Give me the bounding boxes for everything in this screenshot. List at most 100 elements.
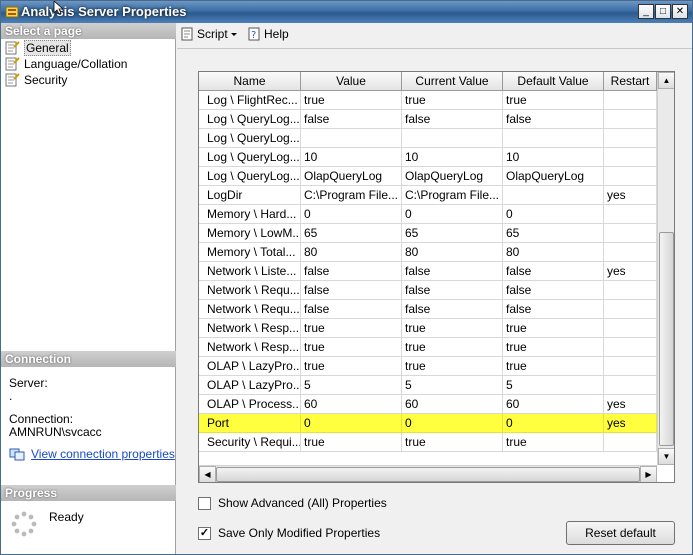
cell-name: Log \ QueryLog... [199,110,301,129]
cell-value[interactable]: 60 [301,395,402,414]
page-security[interactable]: Security [5,72,67,88]
cell-value[interactable]: 0 [301,205,402,224]
table-row[interactable]: Port 0 0 0 yes [199,414,657,433]
view-connection-properties-link[interactable]: View connection properties [9,447,175,461]
cell-value[interactable]: 5 [301,376,402,395]
horizontal-scroll-thumb[interactable] [216,467,640,482]
cell-default-value: false [503,110,604,129]
show-advanced-checkbox[interactable]: Show Advanced (All) Properties [198,496,387,510]
cell-name: OLAP \ Process... [199,395,301,414]
cell-restart [604,338,657,357]
script-button[interactable]: Script [180,27,243,41]
cell-restart: yes [604,395,657,414]
cell-name: Network \ Requ... [199,281,301,300]
scroll-left-icon[interactable]: ◀ [199,466,216,482]
minimize-button[interactable]: _ [638,4,654,19]
cell-value[interactable]: false [301,300,402,319]
progress-status: Ready [49,510,84,524]
cell-restart [604,224,657,243]
cell-current-value: true [402,357,503,376]
page-icon [5,41,20,55]
help-button[interactable]: ? Help [247,27,289,41]
column-header-value[interactable]: Value [301,72,402,91]
page-general[interactable]: General [5,40,71,56]
reset-default-button[interactable]: Reset default [566,521,675,545]
svg-text:?: ? [251,30,256,41]
show-advanced-checkbox-box[interactable] [198,496,211,510]
cell-value[interactable]: false [301,281,402,300]
page-language-collation[interactable]: Language/Collation [5,56,127,72]
cell-value[interactable]: 0 [301,414,402,433]
table-row[interactable]: OLAP \ LazyPro... 5 5 5 [199,376,657,395]
table-row[interactable]: Network \ Requ... false false false [199,281,657,300]
maximize-button[interactable]: □ [655,4,671,19]
cell-value[interactable]: true [301,319,402,338]
cell-name: Log \ QueryLog... [199,129,301,148]
table-row[interactable]: Log \ QueryLog... OlapQueryLog OlapQueryLo… [199,167,657,186]
column-header-name[interactable]: Name [199,72,301,91]
horizontal-scrollbar[interactable]: ◀ ▶ [199,465,657,482]
cell-name: OLAP \ LazyPro... [199,376,301,395]
close-button[interactable]: ✕ [672,4,688,19]
table-row[interactable]: Log \ QueryLog... [199,129,657,148]
chevron-down-icon[interactable] [228,29,240,39]
cell-value[interactable]: 80 [301,243,402,262]
table-row[interactable]: Security \ Requi... true true true [199,433,657,452]
column-header-default-value[interactable]: Default Value [503,72,604,91]
cell-value[interactable]: true [301,338,402,357]
help-label: Help [264,27,289,41]
cell-value[interactable]: 65 [301,224,402,243]
vertical-scroll-thumb[interactable] [659,232,674,446]
select-page-header: Select a page [1,23,176,39]
connection-label: Connection: [9,412,74,426]
table-row[interactable]: Memory \ Total... 80 80 80 [199,243,657,262]
cell-current-value: true [402,91,503,110]
table-row[interactable]: Memory \ LowM... 65 65 65 [199,224,657,243]
cell-current-value: true [402,319,503,338]
cell-restart [604,433,657,452]
save-modified-checkbox[interactable]: ✓ Save Only Modified Properties [198,526,380,540]
properties-grid[interactable]: Name Value Current Value Default Value R… [198,71,675,483]
cell-value[interactable]: C:\Program File... [301,186,402,205]
save-modified-checkbox-box[interactable]: ✓ [198,526,211,540]
cell-restart [604,129,657,148]
table-row[interactable]: Log \ QueryLog... 10 10 10 [199,148,657,167]
table-row[interactable]: Memory \ Hard... 0 0 0 [199,205,657,224]
cell-value[interactable]: 10 [301,148,402,167]
table-row[interactable]: Log \ FlightRec... true true true [199,91,657,110]
table-row[interactable]: Network \ Liste... false false false yes [199,262,657,281]
cell-value[interactable]: true [301,433,402,452]
connection-value: AMNRUN\svcacc [9,425,102,439]
vertical-scrollbar[interactable]: ▲ ▼ [657,72,674,465]
cell-value[interactable]: true [301,91,402,110]
progress-spinner-icon [11,511,37,537]
cell-value[interactable]: true [301,357,402,376]
cell-value[interactable] [301,129,402,148]
page-security-label: Security [24,73,68,87]
table-row[interactable]: Network \ Requ... false false false [199,300,657,319]
scroll-up-icon[interactable]: ▲ [658,72,674,89]
cell-value[interactable]: OlapQueryLog [301,167,402,186]
scroll-down-icon[interactable]: ▼ [658,448,674,465]
page-general-label: General [24,40,71,56]
connection-properties-icon [9,448,25,461]
cell-restart [604,91,657,110]
table-row[interactable]: Log \ QueryLog... false false false [199,110,657,129]
cell-default-value: 0 [503,205,604,224]
column-header-restart[interactable]: Restart [604,72,657,91]
cell-default-value: 80 [503,243,604,262]
cell-restart: yes [604,414,657,433]
title-bar[interactable]: Analysis Server Properties _ □ ✕ [1,1,692,23]
table-row[interactable]: Network \ Resp... true true true [199,319,657,338]
scroll-right-icon[interactable]: ▶ [640,466,657,482]
analysis-server-properties-window: Analysis Server Properties _ □ ✕ Select … [0,0,693,555]
cell-value[interactable]: false [301,262,402,281]
column-header-current-value[interactable]: Current Value [402,72,503,91]
table-row[interactable]: Network \ Resp... true true true [199,338,657,357]
cell-value[interactable]: false [301,110,402,129]
help-icon: ? [248,27,260,41]
table-row[interactable]: OLAP \ Process... 60 60 60 yes [199,395,657,414]
table-row[interactable]: LogDir C:\Program File... C:\Program File.… [199,186,657,205]
cell-name: Memory \ Total... [199,243,301,262]
table-row[interactable]: OLAP \ LazyPro... true true true [199,357,657,376]
